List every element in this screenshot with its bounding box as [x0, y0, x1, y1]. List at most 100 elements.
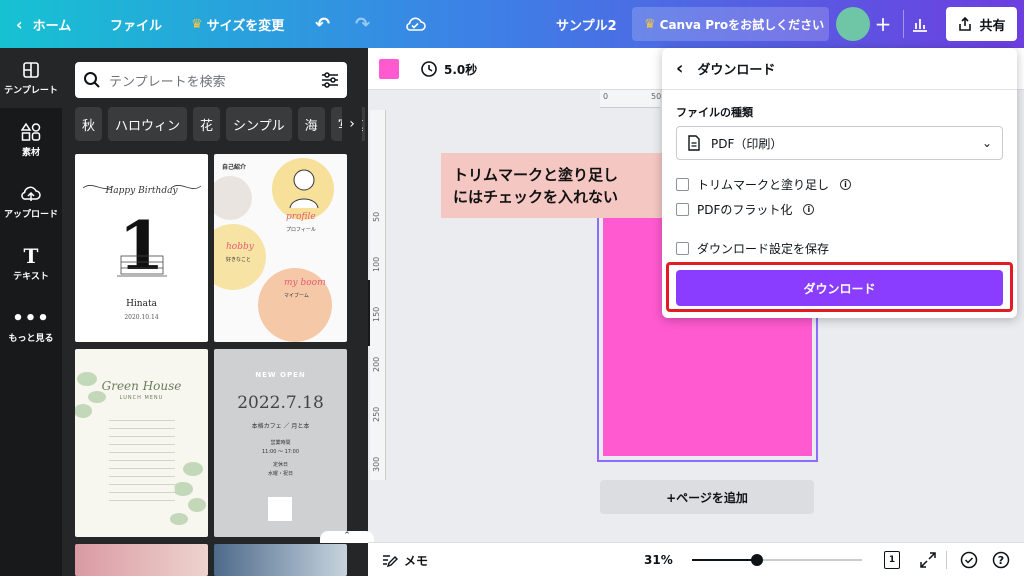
zoom-slider-knob[interactable] — [751, 554, 763, 566]
share-icon — [959, 16, 972, 31]
download-panel-header: ‹ ダウンロード — [662, 48, 1017, 90]
add-page-button[interactable]: +ページを追加 — [600, 480, 814, 514]
chip[interactable]: 海 — [297, 107, 325, 141]
page-color-swatch[interactable] — [379, 59, 399, 79]
chevron-left-icon: ‹ — [16, 14, 23, 34]
birthday-ornament — [82, 185, 202, 189]
home-label: ホーム — [32, 18, 72, 34]
insights-icon[interactable] — [911, 0, 929, 48]
fullscreen-icon[interactable] — [920, 543, 936, 576]
download-panel-title: ダウンロード — [697, 63, 776, 78]
template-label: NEW OPEN — [255, 371, 306, 379]
resize-button[interactable]: ♛ サイズを変更 — [191, 0, 284, 48]
section-subtitle: プロフィール — [286, 227, 316, 233]
chip[interactable]: 花 — [193, 107, 221, 141]
rail-item-templates[interactable]: テンプレート — [0, 48, 62, 108]
file-type-select[interactable]: PDF（印刷） ⌄ — [676, 126, 1003, 160]
template-date: 2022.7.18 — [237, 393, 324, 413]
search-input[interactable]: テンプレートを検索 — [109, 71, 321, 90]
template-card-profile[interactable]: 自己紹介 profile プロフィール hobby 好きなこと my boom … — [214, 154, 347, 342]
text-icon: T — [23, 244, 39, 268]
resize-label: サイズを変更 — [206, 18, 285, 34]
callout-line: にはチェックを入れない — [453, 187, 619, 206]
redo-icon[interactable]: ↷ — [355, 0, 370, 48]
document-title[interactable]: サンプル2 — [556, 0, 617, 48]
zoom-value[interactable]: 31% — [644, 543, 673, 576]
template-card-photo[interactable] — [75, 544, 208, 576]
chip[interactable]: シンプル — [226, 107, 292, 141]
closed-label: 定休日 — [272, 462, 288, 468]
notes-icon — [383, 555, 398, 568]
chip[interactable]: ハロウィン — [108, 107, 188, 141]
share-label: 共有 — [979, 18, 1006, 34]
template-card-new-open[interactable]: NEW OPEN 2022.7.18 本格カフェ ／ 月と本 営業時間 11:0… — [214, 349, 347, 537]
flatten-pdf-checkbox[interactable] — [676, 202, 689, 216]
top-bar: ‹ ホーム ファイル ♛ サイズを変更 ↶ ↷ サンプル2 ♛ Canva Pr… — [0, 0, 1024, 48]
show-pages-handle[interactable]: ⌃ — [320, 531, 374, 543]
rail-item-text[interactable]: T テキスト — [0, 234, 62, 294]
template-card-green-house[interactable]: Green House LUNCH MENU — [75, 349, 208, 537]
flatten-pdf-option[interactable]: PDFのフラット化 i — [676, 199, 815, 219]
rail-label: もっと見る — [8, 334, 54, 344]
rail-label: 素材 — [21, 148, 40, 158]
home-button[interactable]: ‹ ホーム — [16, 0, 71, 48]
rail-item-elements[interactable]: 素材 — [0, 110, 62, 170]
layout-icon — [22, 60, 40, 80]
portrait-illustration — [289, 169, 319, 208]
add-people-icon[interactable]: + — [870, 9, 896, 39]
template-title: Green House — [101, 379, 182, 393]
filter-icon[interactable] — [321, 72, 339, 88]
trim-marks-option[interactable]: トリムマークと塗り足し i — [676, 174, 852, 194]
crown-icon: ♛ — [191, 16, 203, 32]
info-icon[interactable]: i — [803, 203, 815, 215]
notes-button[interactable]: メモ — [382, 543, 428, 576]
trim-marks-checkbox[interactable] — [676, 177, 689, 191]
ruler-tick: 150 — [372, 306, 381, 322]
template-card-birthday[interactable]: Happy Birthday 1 Hinata 2020.10.14 — [75, 154, 208, 342]
download-button[interactable]: ダウンロード — [676, 270, 1003, 306]
template-date: 2020.10.14 — [124, 314, 159, 321]
info-icon[interactable]: i — [840, 178, 852, 190]
timing-button[interactable]: 5.0秒 — [420, 48, 477, 90]
cake-illustration — [117, 255, 167, 277]
template-header: 自己紹介 — [222, 164, 247, 171]
avatar[interactable] — [836, 7, 870, 41]
file-type-label: ファイルの種類 — [676, 106, 753, 119]
cloud-save-icon[interactable] — [404, 0, 426, 48]
section-title: hobby — [226, 242, 254, 252]
hours-label: 営業時間 — [270, 440, 291, 446]
crown-icon: ♛ — [644, 16, 656, 32]
rail-item-uploads[interactable]: アップロード — [0, 172, 62, 232]
undo-icon[interactable]: ↶ — [315, 0, 330, 48]
save-settings-option[interactable]: ダウンロード設定を保存 — [676, 238, 829, 258]
chevron-right-icon[interactable]: › — [342, 107, 362, 141]
search-bar[interactable]: テンプレートを検索 — [75, 62, 347, 98]
duration-label: 5.0秒 — [444, 62, 478, 77]
svg-text:?: ? — [998, 554, 1004, 567]
rail-item-more[interactable]: ••• もっと見る — [0, 296, 62, 356]
ruler-tick: 100 — [372, 256, 381, 272]
template-sub: 本格カフェ ／ 月と本 — [251, 423, 310, 430]
page-count: 1 — [888, 555, 896, 565]
trim-marks-label: トリムマークと塗り足し — [697, 177, 830, 192]
zoom-slider[interactable] — [692, 554, 862, 566]
section-subtitle: 好きなこと — [226, 257, 252, 263]
back-chevron-icon[interactable]: ‹ — [676, 58, 683, 79]
help-icon[interactable]: ? — [992, 543, 1010, 576]
save-settings-checkbox[interactable] — [676, 241, 689, 255]
page-count-button[interactable]: 1 — [884, 551, 900, 569]
category-chips: 秋 ハロウィン 花 シンプル 海 写真 — [75, 107, 365, 141]
document-icon — [688, 135, 700, 151]
chip[interactable]: 秋 — [75, 107, 103, 141]
try-pro-button[interactable]: ♛ Canva Proをお試しください — [632, 7, 829, 41]
template-card-photo[interactable] — [214, 544, 347, 576]
share-button[interactable]: 共有 — [946, 7, 1017, 41]
template-subtitle: LUNCH MENU — [119, 395, 164, 401]
rail-label: テンプレート — [4, 86, 58, 96]
ruler-vertical: 50 100 150 200 250 300 — [370, 110, 386, 480]
file-menu[interactable]: ファイル — [110, 0, 162, 48]
more-icon: ••• — [12, 307, 50, 329]
zoom-slider-fill — [692, 559, 757, 561]
check-icon[interactable] — [960, 543, 978, 576]
cloud-upload-icon — [20, 184, 42, 204]
